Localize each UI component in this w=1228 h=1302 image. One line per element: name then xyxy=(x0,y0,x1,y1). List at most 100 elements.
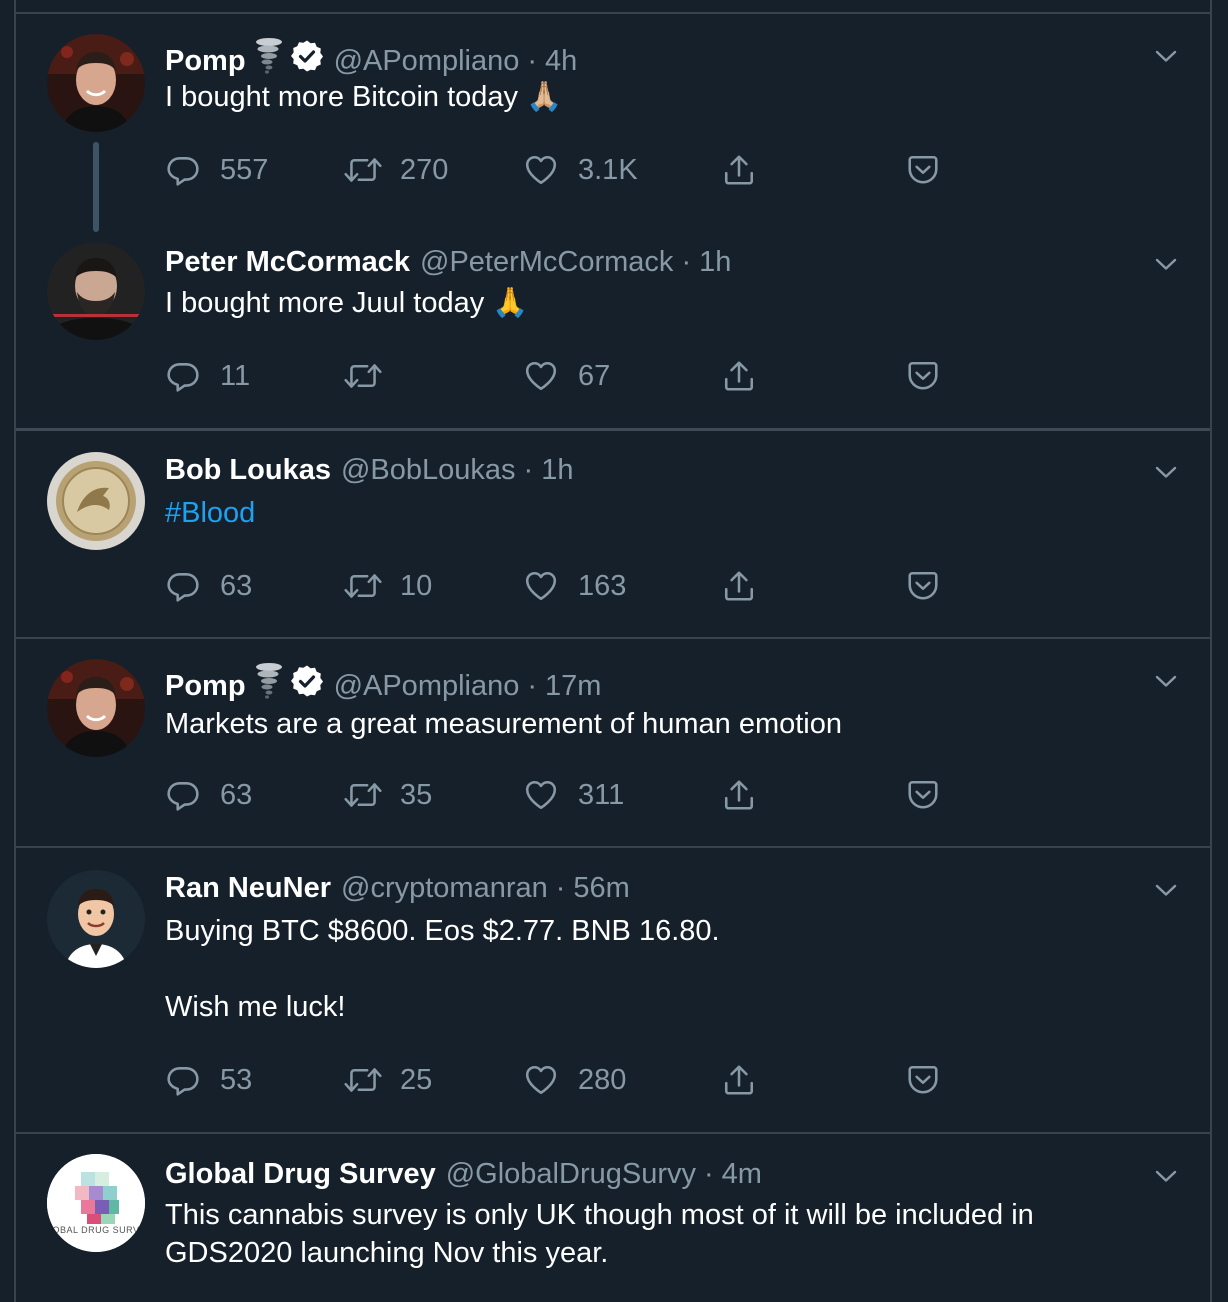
retweet-button[interactable] xyxy=(342,356,400,396)
reply-button[interactable]: 63 xyxy=(166,566,252,606)
reply-icon xyxy=(166,153,200,187)
like-button[interactable]: 3.1K xyxy=(524,150,638,190)
timestamp[interactable]: 1h xyxy=(699,244,731,280)
share-button[interactable] xyxy=(722,566,756,606)
like-button[interactable]: 163 xyxy=(524,566,626,606)
separator-dot: · xyxy=(681,246,692,278)
retweet-button[interactable]: 270 xyxy=(342,150,448,190)
reply-icon xyxy=(166,359,200,393)
separator-dot: · xyxy=(555,872,566,904)
timeline-feed: Pomp @APompliano · 4h I bought more Bitc… xyxy=(14,0,1212,1302)
tweet-item[interactable]: Bob Loukas @BobLoukas · 1h #Blood 63 10 … xyxy=(16,432,1210,637)
avatar[interactable] xyxy=(47,870,145,968)
retweet-icon xyxy=(342,569,384,603)
retweet-button[interactable]: 25 xyxy=(342,1060,432,1100)
save-button[interactable] xyxy=(906,1060,940,1100)
avatar[interactable]: OBAL DRUG SURV xyxy=(47,1154,145,1252)
tweet-text: I bought more Juul today 🙏 xyxy=(165,287,529,319)
save-button[interactable] xyxy=(906,150,940,190)
tweet-text: Markets are a great measurement of human… xyxy=(165,708,842,740)
share-button[interactable] xyxy=(722,1060,756,1100)
like-icon xyxy=(524,1063,558,1097)
hashtag-link[interactable]: #Blood xyxy=(165,494,1165,532)
like-count: 163 xyxy=(578,569,627,602)
caret-down-icon[interactable] xyxy=(1152,667,1180,695)
caret-down-icon[interactable] xyxy=(1152,1162,1180,1190)
share-button[interactable] xyxy=(722,150,756,190)
timestamp[interactable]: 4h xyxy=(545,43,577,79)
display-name[interactable]: Peter McCormack xyxy=(165,244,410,280)
reply-button[interactable]: 63 xyxy=(166,775,252,815)
display-name[interactable]: Ran NeuNer xyxy=(165,870,331,906)
tweet-text-line-2: GDS2020 launching Nov this year. xyxy=(165,1237,609,1269)
tweet-item[interactable]: Pomp @APompliano · 17m Markets are a gre… xyxy=(16,639,1210,846)
user-handle[interactable]: @PeterMcCormack xyxy=(420,244,673,280)
avatar[interactable] xyxy=(47,659,145,757)
display-name[interactable]: Bob Loukas xyxy=(165,452,331,488)
tweet-header: Global Drug Survey @GlobalDrugSurvy · 4m xyxy=(165,1156,762,1192)
like-icon xyxy=(524,569,558,603)
share-button[interactable] xyxy=(722,356,756,396)
like-icon xyxy=(524,778,558,812)
like-count: 311 xyxy=(578,778,625,811)
reply-icon xyxy=(166,778,200,812)
display-name[interactable]: Pomp xyxy=(165,668,246,704)
save-button[interactable] xyxy=(906,356,940,396)
share-icon xyxy=(722,1063,756,1097)
reply-button[interactable]: 11 xyxy=(166,356,250,396)
user-handle[interactable]: @APompliano xyxy=(334,668,520,704)
share-button[interactable] xyxy=(722,775,756,815)
caret-down-icon[interactable] xyxy=(1152,250,1180,278)
save-icon xyxy=(906,778,940,812)
user-handle[interactable]: @GlobalDrugSurvy xyxy=(446,1156,696,1192)
separator-dot: · xyxy=(527,669,538,702)
separator-dot: · xyxy=(527,44,538,77)
share-icon xyxy=(722,153,756,187)
user-handle[interactable]: @BobLoukas xyxy=(341,452,516,488)
tweet-item[interactable]: Peter McCormack @PeterMcCormack · 1h I b… xyxy=(16,222,1210,428)
reply-icon xyxy=(166,1063,200,1097)
avatar[interactable] xyxy=(47,452,145,550)
user-handle[interactable]: @APompliano xyxy=(334,43,520,79)
timestamp[interactable]: 4m xyxy=(722,1156,762,1192)
avatar[interactable] xyxy=(47,242,145,340)
like-button[interactable]: 311 xyxy=(524,775,624,815)
save-button[interactable] xyxy=(906,566,940,606)
tweet-item[interactable]: Pomp @APompliano · 4h I bought more Bitc… xyxy=(16,14,1210,232)
timestamp[interactable]: 17m xyxy=(545,668,601,704)
retweet-button[interactable]: 10 xyxy=(342,566,432,606)
user-handle[interactable]: @cryptomanran xyxy=(341,870,548,906)
like-button[interactable]: 280 xyxy=(524,1060,626,1100)
reply-count: 557 xyxy=(220,153,269,186)
tweet-text: I bought more Bitcoin today 🙏🏼 xyxy=(165,81,563,113)
tweet-actions: 63 10 163 xyxy=(166,566,966,606)
save-button[interactable] xyxy=(906,775,940,815)
timestamp[interactable]: 1h xyxy=(541,452,573,488)
like-button[interactable]: 67 xyxy=(524,356,610,396)
verified-badge-icon xyxy=(290,664,324,707)
retweet-button[interactable]: 35 xyxy=(342,775,432,815)
reply-button[interactable]: 53 xyxy=(166,1060,252,1100)
caret-down-icon[interactable] xyxy=(1152,876,1180,904)
like-icon xyxy=(524,359,558,393)
reply-count: 53 xyxy=(220,1063,253,1096)
tweet-header: Ran NeuNer @cryptomanran · 56m xyxy=(165,870,630,906)
timestamp[interactable]: 56m xyxy=(573,870,629,906)
reply-icon xyxy=(166,569,200,603)
display-name[interactable]: Pomp xyxy=(165,43,246,79)
caret-down-icon[interactable] xyxy=(1152,458,1180,486)
tweet-item[interactable]: Ran NeuNer @cryptomanran · 56m Buying BT… xyxy=(16,848,1210,1132)
reply-count: 11 xyxy=(220,359,251,392)
tweet-text-line-1: This cannabis survey is only UK though m… xyxy=(165,1199,1034,1231)
caret-down-icon[interactable] xyxy=(1152,42,1180,70)
reply-button[interactable]: 557 xyxy=(166,150,268,190)
tweet-item[interactable]: OBAL DRUG SURV Global Drug Survey @Globa… xyxy=(16,1134,1210,1302)
share-icon xyxy=(722,778,756,812)
display-name[interactable]: Global Drug Survey xyxy=(165,1156,436,1192)
like-count: 280 xyxy=(578,1063,627,1096)
save-icon xyxy=(906,569,940,603)
save-icon xyxy=(906,359,940,393)
avatar[interactable] xyxy=(47,34,145,132)
like-count: 67 xyxy=(578,359,611,392)
save-icon xyxy=(906,153,940,187)
